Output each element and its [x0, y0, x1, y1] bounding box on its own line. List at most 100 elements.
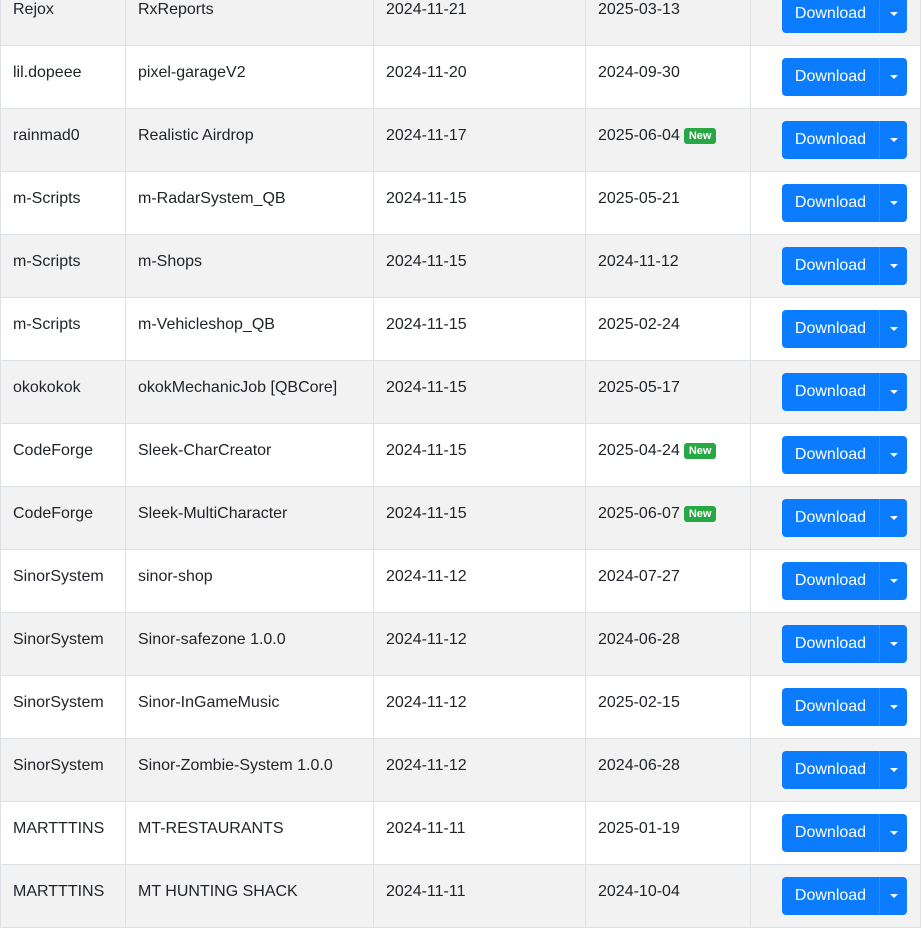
download-button[interactable]: Download	[782, 58, 879, 96]
resource-name-cell: Sinor-safezone 1.0.0	[125, 612, 374, 676]
added-date-text: 2024-11-20	[386, 64, 467, 81]
updated-date-text: 2025-06-04	[598, 127, 680, 144]
download-button[interactable]: Download	[782, 625, 879, 663]
caret-down-icon	[889, 453, 898, 457]
new-badge: New	[683, 128, 717, 144]
updated-date-cell: 2025-02-24	[585, 297, 751, 361]
caret-down-icon	[889, 264, 898, 268]
updated-date-cell: 2025-06-04 New	[585, 108, 751, 172]
download-options-toggle[interactable]	[879, 814, 907, 852]
download-options-toggle[interactable]	[879, 877, 907, 915]
download-button[interactable]: Download	[782, 436, 879, 474]
author-text: m-Scripts	[13, 190, 81, 207]
download-options-toggle[interactable]	[879, 247, 907, 285]
download-options-toggle[interactable]	[879, 499, 907, 537]
table-row: m-Scripts m-Vehicleshop_QB 2024-11-15 20…	[0, 297, 921, 361]
download-button[interactable]: Download	[782, 562, 879, 600]
table-row: m-Scripts m-RadarSystem_QB 2024-11-15 20…	[0, 171, 921, 235]
resource-name-cell: MT-RESTAURANTS	[125, 801, 374, 865]
download-options-toggle[interactable]	[879, 58, 907, 96]
action-cell: Download	[750, 864, 921, 928]
resource-name-cell: okokMechanicJob [QBCore]	[125, 360, 374, 424]
download-button-group: Download	[782, 0, 907, 33]
download-button-group: Download	[782, 58, 907, 96]
download-button-group: Download	[782, 562, 907, 600]
author-text: SinorSystem	[13, 631, 104, 648]
updated-date-text: 2024-06-28	[598, 631, 680, 648]
caret-down-icon	[889, 642, 898, 646]
caret-down-icon	[889, 138, 898, 142]
added-date-text: 2024-11-12	[386, 694, 467, 711]
new-badge: New	[683, 506, 717, 522]
author-cell: SinorSystem	[0, 612, 126, 676]
download-options-toggle[interactable]	[879, 121, 907, 159]
author-cell: SinorSystem	[0, 549, 126, 613]
resource-name-text: MT-RESTAURANTS	[138, 820, 284, 837]
added-date-cell: 2024-11-15	[373, 486, 586, 550]
action-cell: Download	[750, 423, 921, 487]
action-cell: Download	[750, 171, 921, 235]
updated-date-cell: 2025-03-13	[585, 0, 751, 46]
table-row: MARTTTINS MT HUNTING SHACK 2024-11-11 20…	[0, 864, 921, 928]
added-date-text: 2024-11-15	[386, 253, 467, 270]
updated-date-cell: 2024-10-04	[585, 864, 751, 928]
caret-down-icon	[889, 831, 898, 835]
author-cell: SinorSystem	[0, 675, 126, 739]
download-button[interactable]: Download	[782, 373, 879, 411]
updated-date-text: 2025-05-21	[598, 190, 680, 207]
table-row: CodeForge Sleek-MultiCharacter 2024-11-1…	[0, 486, 921, 550]
added-date-cell: 2024-11-15	[373, 297, 586, 361]
action-cell: Download	[750, 801, 921, 865]
author-text: CodeForge	[13, 442, 94, 459]
download-options-toggle[interactable]	[879, 688, 907, 726]
caret-down-icon	[889, 768, 898, 772]
download-options-toggle[interactable]	[879, 436, 907, 474]
download-options-toggle[interactable]	[879, 562, 907, 600]
download-button[interactable]: Download	[782, 121, 879, 159]
added-date-text: 2024-11-15	[386, 442, 467, 459]
added-date-text: 2024-11-11	[386, 883, 466, 900]
author-cell: m-Scripts	[0, 234, 126, 298]
updated-date-text: 2024-09-30	[598, 64, 680, 81]
download-options-toggle[interactable]	[879, 310, 907, 348]
updated-date-cell: 2024-07-27	[585, 549, 751, 613]
caret-down-icon	[889, 894, 898, 898]
action-cell: Download	[750, 612, 921, 676]
table-row: rainmad0 Realistic Airdrop 2024-11-17 20…	[0, 108, 921, 172]
download-button-group: Download	[782, 688, 907, 726]
download-options-toggle[interactable]	[879, 0, 907, 33]
updated-date-cell: 2024-09-30	[585, 45, 751, 109]
download-options-toggle[interactable]	[879, 751, 907, 789]
table-row: SinorSystem Sinor-safezone 1.0.0 2024-11…	[0, 612, 921, 676]
author-text: MARTTTINS	[13, 820, 105, 837]
updated-date-text: 2025-02-24	[598, 316, 680, 333]
download-button[interactable]: Download	[782, 310, 879, 348]
resource-name-text: Realistic Airdrop	[138, 127, 254, 144]
updated-date-cell: 2024-06-28	[585, 738, 751, 802]
resources-table: Rejox RxReports 2024-11-21 2025-03-13 Do…	[0, 0, 921, 928]
download-button[interactable]: Download	[782, 877, 879, 915]
author-cell: m-Scripts	[0, 297, 126, 361]
download-button[interactable]: Download	[782, 499, 879, 537]
download-options-toggle[interactable]	[879, 184, 907, 222]
download-button[interactable]: Download	[782, 184, 879, 222]
resource-name-text: okokMechanicJob [QBCore]	[138, 379, 338, 396]
resource-name-text: Sinor-InGameMusic	[138, 694, 280, 711]
download-button[interactable]: Download	[782, 0, 879, 33]
download-options-toggle[interactable]	[879, 373, 907, 411]
download-button[interactable]: Download	[782, 247, 879, 285]
updated-date-text: 2025-03-13	[598, 1, 680, 18]
download-button[interactable]: Download	[782, 751, 879, 789]
table-row: SinorSystem sinor-shop 2024-11-12 2024-0…	[0, 549, 921, 613]
resource-name-text: RxReports	[138, 1, 214, 18]
download-button[interactable]: Download	[782, 688, 879, 726]
download-button[interactable]: Download	[782, 814, 879, 852]
table-row: m-Scripts m-Shops 2024-11-15 2024-11-12 …	[0, 234, 921, 298]
action-cell: Download	[750, 486, 921, 550]
caret-down-icon	[889, 12, 898, 16]
download-options-toggle[interactable]	[879, 625, 907, 663]
updated-date-text: 2024-10-04	[598, 883, 680, 900]
action-cell: Download	[750, 297, 921, 361]
author-text: okokokok	[13, 379, 81, 396]
caret-down-icon	[889, 705, 898, 709]
